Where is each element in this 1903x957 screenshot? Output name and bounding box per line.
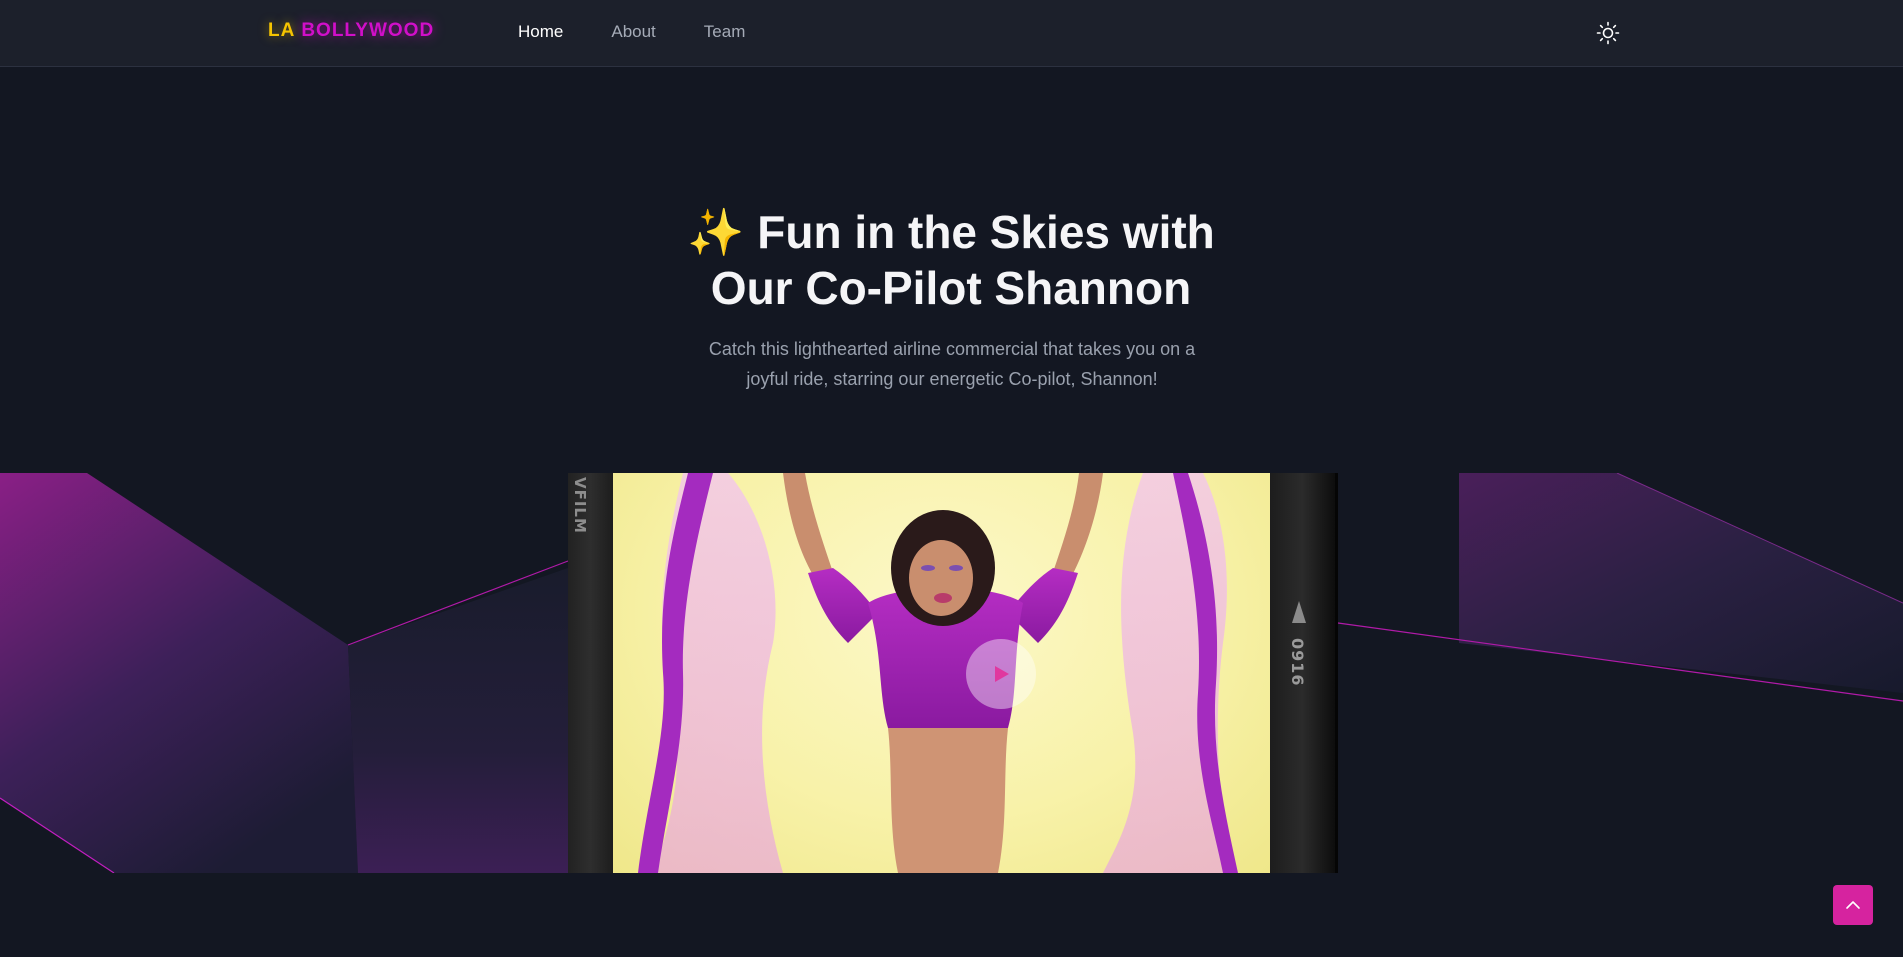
hero-title-line1: Fun in the Skies with xyxy=(757,206,1215,258)
play-button[interactable] xyxy=(966,639,1036,709)
film-arrow-icon xyxy=(1292,601,1306,623)
nav-home[interactable]: Home xyxy=(518,22,563,42)
video-player[interactable]: VFILM 0916 xyxy=(568,473,1338,873)
chevron-up-icon xyxy=(1846,901,1860,909)
top-navbar: LA BOLLYWOOD Home About Team xyxy=(0,0,1903,67)
play-icon xyxy=(995,666,1009,682)
sun-icon xyxy=(1596,21,1620,45)
hero-title-line2: Our Co-Pilot Shannon xyxy=(710,262,1192,314)
film-border-left: VFILM xyxy=(568,473,613,873)
site-logo[interactable]: LA BOLLYWOOD xyxy=(268,20,434,42)
hero-subtitle-line2: joyful ride, starring our energetic Co-p… xyxy=(746,369,1158,389)
nav-about[interactable]: About xyxy=(611,22,655,42)
hero-subtitle: Catch this lighthearted airline commerci… xyxy=(681,334,1223,394)
film-edge-label-left: VFILM xyxy=(571,477,589,534)
hero-subtitle-line1: Catch this lighthearted airline commerci… xyxy=(708,339,1196,359)
dancer-illustration xyxy=(638,473,1238,873)
hero-title: ✨ Fun in the Skies with Our Co-Pilot Sha… xyxy=(651,204,1251,316)
main-nav: Home About Team xyxy=(518,22,745,42)
theme-toggle-button[interactable] xyxy=(1594,19,1622,47)
logo-prefix: LA xyxy=(268,20,296,41)
video-thumbnail[interactable] xyxy=(613,473,1270,873)
film-edge-label-right: 0916 xyxy=(1288,638,1307,687)
film-border-right: 0916 xyxy=(1270,473,1338,873)
nav-team[interactable]: Team xyxy=(704,22,746,42)
back-to-top-button[interactable] xyxy=(1833,885,1873,925)
logo-name: BOLLYWOOD xyxy=(301,20,435,41)
sparkles-emoji: ✨ xyxy=(687,206,745,258)
